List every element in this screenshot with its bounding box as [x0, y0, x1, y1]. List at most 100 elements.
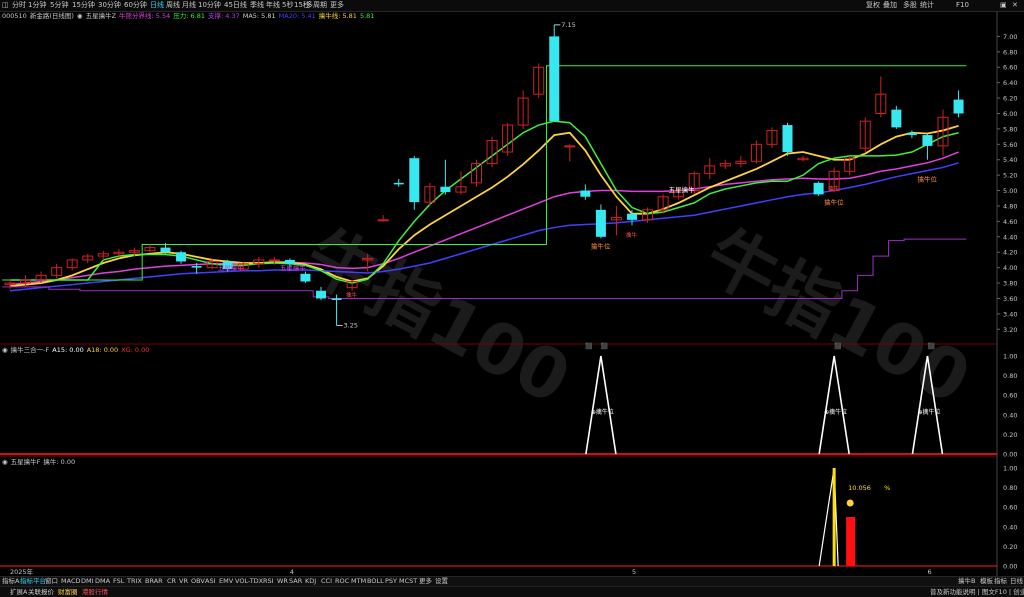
y-tick-label: 3.20 — [1003, 326, 1017, 334]
window-icon[interactable]: ▣ — [1000, 1, 1007, 10]
period-tab-1[interactable]: 1分钟 — [28, 1, 46, 10]
candle-body — [564, 145, 576, 148]
signal-tag: 擒牛 — [828, 185, 840, 193]
indicator-tab-21[interactable]: MTM — [351, 577, 366, 586]
y-tick-label: 6.00 — [1003, 110, 1017, 118]
y-tick-label: 5.00 — [1003, 187, 1017, 195]
indicator-tab-15[interactable]: RSI — [263, 577, 274, 586]
toolbar-right-2[interactable]: 多股 — [903, 1, 917, 10]
period-tab-13[interactable]: 5秒 — [282, 1, 293, 10]
indicator-tab-23[interactable]: PSY — [385, 577, 397, 586]
bottom-right-3[interactable]: 日线 — [1010, 577, 1023, 586]
toolbar-right-4[interactable]: F10 — [956, 1, 969, 10]
period-tab-6[interactable]: 日线 — [150, 1, 164, 10]
y-tick-label: 5.20 — [1003, 172, 1017, 180]
indicator-tab-11[interactable]: OBV — [191, 577, 205, 586]
period-tab-5[interactable]: 60分钟 — [124, 1, 147, 10]
indicator-tab-13[interactable]: EMV — [219, 577, 233, 586]
indicator-tab-0[interactable]: 指标A — [2, 577, 19, 586]
indicator-tab-14[interactable]: VOL-TDX — [235, 577, 263, 586]
indicator-tab-19[interactable]: CCI — [321, 577, 332, 586]
indicator-tab-5[interactable]: DMA — [95, 577, 110, 586]
y-tick-label: 4.00 — [1003, 264, 1017, 272]
indicator-tab-18[interactable]: KDJ — [305, 577, 316, 586]
indicator-tab-22[interactable]: BOLL — [367, 577, 384, 586]
sub2-y-label: 0.00 — [1003, 563, 1017, 571]
period-tab-15[interactable]: 多周期 — [306, 1, 327, 10]
candle-body — [160, 247, 171, 253]
period-tab-7[interactable]: 周线 — [166, 1, 180, 10]
toolbar-right-0[interactable]: 复权 — [866, 1, 880, 10]
candle-body — [300, 273, 311, 282]
sub2-y-label: 0.40 — [1003, 523, 1017, 531]
indicator-tab-12[interactable]: ASI — [205, 577, 216, 586]
y-tick-label: 4.20 — [1003, 249, 1017, 257]
watermark-text: 牛指100 — [692, 214, 983, 421]
y-tick-label: 3.40 — [1003, 310, 1017, 318]
sub1-y-label: 1.00 — [1003, 353, 1017, 361]
indicator-tab-16[interactable]: WR — [277, 577, 288, 586]
sub1-spike — [818, 355, 850, 455]
candle-body — [393, 182, 404, 185]
y-tick-label: 6.60 — [1003, 64, 1017, 72]
bottom-right-0[interactable]: 擒牛B — [958, 577, 975, 586]
indicator-tab-20[interactable]: ROC — [335, 577, 349, 586]
sub1-spike-label: ⊕擒牛位 — [917, 408, 940, 416]
indicator-tab-7[interactable]: TRIX — [127, 577, 142, 586]
period-tab-16[interactable]: 更多 — [330, 1, 344, 10]
sub2-y-label: 0.60 — [1003, 504, 1017, 512]
candle-body — [813, 182, 824, 195]
indicator-tab-9[interactable]: CR — [167, 577, 176, 586]
indicator-tab-25[interactable]: 更多 — [419, 577, 432, 586]
sub2-y-label: 1.00 — [1003, 465, 1017, 473]
indicator-tab-8[interactable]: BRAR — [145, 577, 163, 586]
smiley-icon — [846, 499, 854, 507]
y-tick-label: 4.60 — [1003, 218, 1017, 226]
candle-body — [906, 132, 917, 136]
period-tab-11[interactable]: 季线 — [250, 1, 264, 10]
signal-label: 擒牛位 — [824, 197, 844, 206]
period-tab-0[interactable]: 分时 — [12, 1, 26, 10]
period-tab-4[interactable]: 30分钟 — [98, 1, 121, 10]
signal-label: 擒牛位 — [917, 174, 937, 183]
x-tick-label: 2025年 — [10, 567, 34, 576]
period-tab-9[interactable]: 10分钟 — [198, 1, 221, 10]
period-tab-2[interactable]: 5分钟 — [50, 1, 68, 10]
y-tick-label: 7.00 — [1003, 33, 1017, 41]
candle-body — [268, 259, 280, 262]
indicator-tab-2[interactable]: 窗口 — [45, 577, 58, 586]
signal-label: 五星擒牛 — [280, 263, 307, 272]
indicator-tab-10[interactable]: VR — [179, 577, 188, 586]
indicator-tab-1[interactable]: 指标平台 — [20, 577, 46, 586]
candle-body — [891, 109, 902, 128]
indicator-tab-26[interactable]: 设置 — [435, 577, 448, 586]
x-tick-label: 5 — [632, 568, 636, 576]
grid-icon[interactable]: ◫ — [2, 1, 9, 10]
indicator-tab-4[interactable]: DMI — [81, 577, 94, 586]
y-tick-label: 6.40 — [1003, 79, 1017, 87]
signal-label: 五星擒牛 — [218, 263, 245, 272]
sub1-tag: ⬛ — [927, 342, 935, 350]
period-tab-3[interactable]: 15分钟 — [72, 1, 95, 10]
period-tab-8[interactable]: 月线 — [182, 1, 196, 10]
close-icon[interactable]: ✕ — [1012, 1, 1018, 10]
indicator-tab-24[interactable]: MCST — [399, 577, 417, 586]
period-tab-10[interactable]: 45日线 — [224, 1, 247, 10]
bottom-right-2[interactable]: 指标 — [994, 577, 1007, 586]
signal-label: 五星擒牛 — [669, 185, 696, 194]
indicator-tab-6[interactable]: FSL — [113, 577, 124, 586]
period-tab-12[interactable]: 年线 — [266, 1, 280, 10]
bottom-right-1[interactable]: 模板 — [980, 577, 993, 586]
y-tick-label: 4.80 — [1003, 202, 1017, 210]
signal-label: 擒牛位 — [591, 241, 611, 250]
toolbar-right-3[interactable]: 统计 — [920, 1, 934, 10]
sub2-red-bar — [846, 517, 856, 566]
y-tick-label: 3.60 — [1003, 295, 1017, 303]
indicator-tab-17[interactable]: SAR — [289, 577, 302, 586]
toolbar-right-1[interactable]: 叠加 — [883, 1, 897, 10]
chart-area[interactable]: 牛指100 牛指1007.006.806.606.406.206.005.805.… — [0, 11, 1024, 576]
sub2-pct-value: 10.056 — [848, 484, 871, 492]
candle-body — [782, 125, 793, 153]
sub1-y-label: 0.60 — [1003, 392, 1017, 400]
indicator-tab-3[interactable]: MACD — [61, 577, 80, 586]
